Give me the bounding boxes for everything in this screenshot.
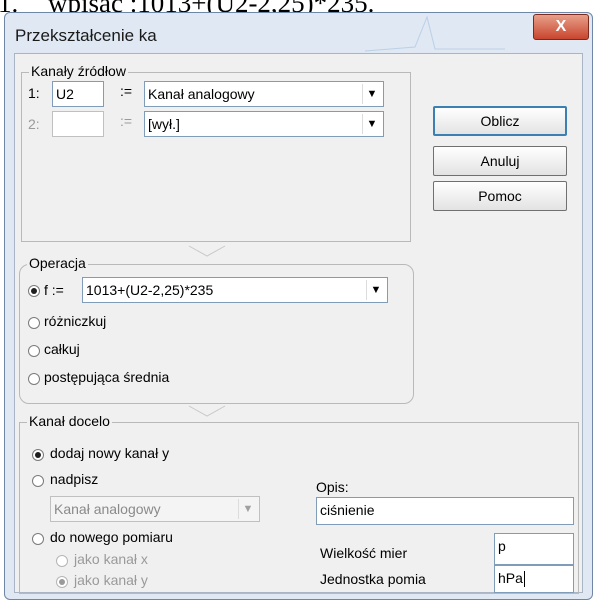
target-channel-group: Kanał docelo dodaj nowy kanał y nadpisz … xyxy=(19,413,579,594)
as-channel-x-label[interactable]: jako kanał x xyxy=(74,551,148,567)
overwrite-label[interactable]: nadpisz xyxy=(50,471,98,487)
close-button[interactable]: X xyxy=(533,14,589,40)
integrate-radio[interactable] xyxy=(28,345,40,357)
integrate-label[interactable]: całkuj xyxy=(44,341,80,357)
dialog-title: Przekształcenie ka xyxy=(15,26,157,45)
overwrite-channel-select[interactable]: Kanał analogowy ▼ xyxy=(50,496,260,522)
text-cursor xyxy=(523,571,525,588)
description-input[interactable]: ciśnienie xyxy=(316,497,574,525)
flow-arrow-icon xyxy=(188,405,226,417)
unit-label: Jednostka pomia xyxy=(320,571,426,587)
close-icon: X xyxy=(555,18,567,35)
unit-value: hPa xyxy=(498,570,523,586)
source2-input[interactable] xyxy=(52,111,104,137)
title-bar[interactable]: Przekształcenie ka X xyxy=(5,13,592,53)
source1-channel-value: Kanał analogowy xyxy=(148,86,255,102)
description-label: Opis: xyxy=(316,479,349,495)
operation-group: Operacja f := 1013+(U2-2,25)*235 ▼ różni… xyxy=(19,255,414,404)
source1-input[interactable]: U2 xyxy=(52,81,104,107)
chevron-down-icon: ▼ xyxy=(238,499,257,519)
quantity-label: Wielkość mier xyxy=(320,545,408,561)
formula-value: 1013+(U2-2,25)*235 xyxy=(86,282,214,298)
as-channel-y-radio[interactable] xyxy=(56,576,68,588)
formula-combo[interactable]: 1013+(U2-2,25)*235 ▼ xyxy=(82,277,388,303)
target-channel-legend: Kanał docelo xyxy=(27,413,112,429)
transform-dialog: Przekształcenie ka X Kanały źródłow 1: U… xyxy=(4,12,593,600)
cancel-button[interactable]: Anuluj xyxy=(433,146,567,176)
chevron-down-icon: ▼ xyxy=(362,84,381,104)
quantity-input[interactable]: p xyxy=(494,533,574,565)
to-new-measurement-label[interactable]: do nowego pomiaru xyxy=(50,529,173,545)
differentiate-label[interactable]: różniczkuj xyxy=(44,313,106,329)
source2-channel-select[interactable]: [wył.] ▼ xyxy=(144,111,384,137)
chevron-down-icon: ▼ xyxy=(366,280,385,300)
flow-arrow-icon xyxy=(188,245,226,257)
source-row1-label: 1: xyxy=(28,85,40,101)
moving-average-radio[interactable] xyxy=(28,373,40,385)
function-radio[interactable] xyxy=(28,285,40,297)
overwrite-radio[interactable] xyxy=(32,475,44,487)
source1-channel-select[interactable]: Kanał analogowy ▼ xyxy=(144,81,384,107)
chevron-down-icon: ▼ xyxy=(362,114,381,134)
dialog-client-area: Kanały źródłow 1: U2 := Kanał analogowy … xyxy=(14,53,583,594)
moving-average-label[interactable]: postępująca średnia xyxy=(44,369,169,385)
titlebar-decoration xyxy=(365,15,505,52)
source-row2-label: 2: xyxy=(28,116,40,132)
overwrite-channel-value: Kanał analogowy xyxy=(54,501,161,517)
source-channels-legend: Kanały źródłow xyxy=(29,63,128,79)
help-button[interactable]: Pomoc xyxy=(433,181,567,211)
as-channel-x-radio[interactable] xyxy=(56,555,68,567)
calculate-button[interactable]: Oblicz xyxy=(433,106,567,136)
source-row1-assign: := xyxy=(120,83,133,99)
function-label: f := xyxy=(44,282,64,298)
as-channel-y-label[interactable]: jako kanał y xyxy=(74,572,148,588)
add-new-channel-label[interactable]: dodaj nowy kanał y xyxy=(50,445,169,461)
source-row2-assign: := xyxy=(120,113,133,129)
operation-legend: Operacja xyxy=(27,255,88,271)
unit-input[interactable]: hPa xyxy=(494,565,574,593)
add-new-channel-radio[interactable] xyxy=(32,449,44,461)
differentiate-radio[interactable] xyxy=(28,317,40,329)
source-channels-group: Kanały źródłow 1: U2 := Kanał analogowy … xyxy=(21,63,411,242)
to-new-measurement-radio[interactable] xyxy=(32,533,44,545)
source2-channel-value: [wył.] xyxy=(148,116,180,132)
